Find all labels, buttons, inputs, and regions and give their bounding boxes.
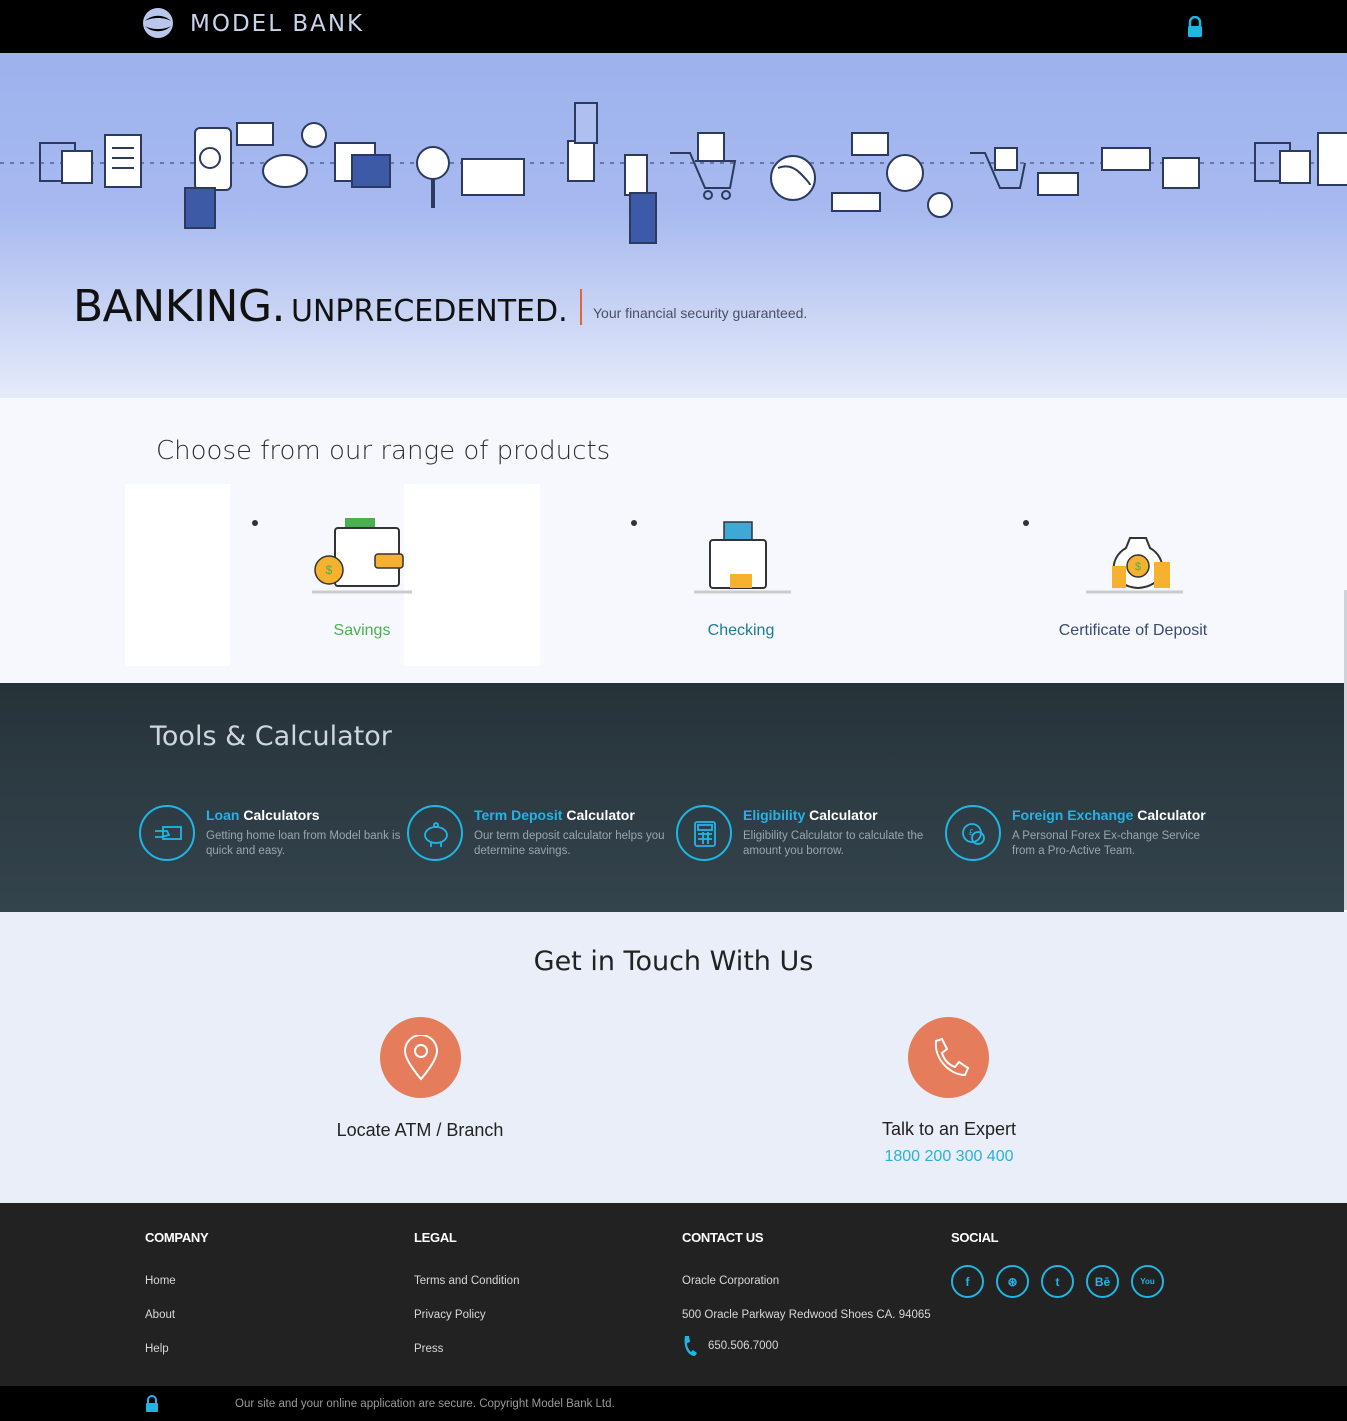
wallet-icon: $: [312, 518, 412, 594]
logo-icon[interactable]: [142, 7, 174, 39]
location-pin-icon: [403, 1035, 439, 1081]
footer-heading: SOCIAL: [951, 1230, 999, 1245]
tool-title-highlight: Loan: [206, 807, 240, 823]
footer-heading: CONTACT US: [682, 1230, 764, 1245]
footer-link-terms[interactable]: Terms and Condition: [414, 1275, 519, 1287]
tool-title-highlight: Foreign Exchange: [1012, 807, 1134, 823]
facebook-icon[interactable]: f: [951, 1265, 984, 1298]
locate-label[interactable]: Locate ATM / Branch: [300, 1120, 540, 1141]
tool-description: Our term deposit calculator helps you de…: [474, 830, 665, 857]
tool-description: Getting home loan from Model bank is qui…: [206, 830, 401, 857]
hero-title-secondary: UNPRECEDENTED.: [291, 294, 568, 329]
expert-button[interactable]: [908, 1017, 989, 1098]
product-savings[interactable]: $ Savings: [252, 514, 472, 640]
product-label: Savings: [333, 622, 391, 639]
piggy-bank-icon: [407, 805, 463, 861]
expert-label: Talk to an Expert: [881, 1119, 1017, 1139]
contact-section: Get in Touch With Us Locate ATM / Branch…: [0, 912, 1347, 1203]
card-icon: [694, 521, 791, 594]
top-navbar: MODEL BANK: [0, 0, 1347, 53]
svg-text:$: $: [1135, 561, 1141, 573]
hero-divider: [580, 289, 582, 325]
youtube-icon[interactable]: You: [1131, 1265, 1164, 1298]
footer-heading: LEGAL: [414, 1230, 457, 1245]
placeholder-block: [125, 484, 230, 666]
products-section: Choose from our range of products $ Savi…: [0, 398, 1347, 683]
product-label: Certificate of Deposit: [1058, 622, 1208, 639]
footer: COMPANY Home About Help LEGAL Terms and …: [0, 1203, 1347, 1386]
tool-term-deposit-calculator[interactable]: Term Deposit Calculator Our term deposit…: [407, 805, 672, 865]
footer-legal: LEGAL Terms and Condition Privacy Policy…: [414, 1230, 519, 1355]
footer-phone[interactable]: 650.506.7000: [708, 1340, 778, 1352]
products-title: Choose from our range of products: [156, 436, 611, 466]
footer-contact: CONTACT US Oracle Corporation 500 Oracle…: [682, 1230, 931, 1357]
list-bullet: [631, 520, 637, 526]
lock-icon: [146, 1395, 158, 1412]
copyright-text: Our site and your online application are…: [235, 1398, 615, 1410]
lock-icon[interactable]: [1186, 16, 1204, 38]
hero-title-main: BANKING.: [73, 281, 286, 332]
tool-title: Calculators: [239, 807, 320, 823]
svg-text:£: £: [969, 828, 974, 837]
footer-link-home[interactable]: Home: [145, 1275, 208, 1287]
brand-name[interactable]: MODEL BANK: [190, 11, 364, 37]
tools-section: Tools & Calculator Loan Calculators Gett…: [0, 683, 1344, 912]
svg-text:$: $: [326, 563, 333, 577]
tool-title: Calculator: [1133, 807, 1206, 823]
tool-title-highlight: Eligibility: [743, 807, 806, 823]
footer-link-help[interactable]: Help: [145, 1343, 208, 1355]
tools-title: Tools & Calculator: [150, 721, 392, 752]
product-label: Checking: [707, 622, 775, 639]
footer-company: COMPANY Home About Help: [145, 1230, 209, 1355]
footer-heading: COMPANY: [145, 1230, 209, 1245]
product-checking[interactable]: Checking: [631, 514, 851, 640]
product-certificate-of-deposit[interactable]: $ Certificate of Deposit: [1023, 514, 1243, 640]
tool-title: Calculator: [805, 807, 878, 823]
phone-icon: [684, 1336, 697, 1356]
contact-title: Get in Touch With Us: [533, 946, 814, 977]
banking-illustration: [0, 102, 1347, 244]
footer-link-about[interactable]: About: [145, 1309, 208, 1321]
calculator-icon: [676, 805, 732, 861]
dribbble-icon[interactable]: ⊛: [996, 1265, 1029, 1298]
phone-icon: [934, 1037, 970, 1077]
hero-banner: BANKING. UNPRECEDENTED. Your financial se…: [0, 53, 1347, 398]
list-bullet: [1023, 520, 1029, 526]
hero-subtitle: Your financial security guaranteed.: [593, 305, 808, 321]
tool-title: Calculator: [562, 807, 635, 823]
footer-org: Oracle Corporation: [682, 1275, 780, 1287]
tool-description: Eligibility Calculator to calculate the …: [743, 830, 924, 857]
money-bag-icon: $: [1086, 537, 1183, 594]
footer-link-press[interactable]: Press: [414, 1343, 519, 1355]
twitter-icon[interactable]: t: [1041, 1265, 1074, 1298]
list-bullet: [252, 520, 258, 526]
tool-loan-calculator[interactable]: Loan Calculators Getting home loan from …: [139, 805, 404, 865]
tool-title-highlight: Term Deposit: [474, 807, 563, 823]
footer-address: 500 Oracle Parkway Redwood Shoes CA. 940…: [682, 1309, 931, 1321]
footer-link-privacy[interactable]: Privacy Policy: [414, 1309, 519, 1321]
loan-icon: [139, 805, 195, 861]
tool-foreign-exchange-calculator[interactable]: £ Foreign Exchange Calculator A Personal…: [945, 805, 1210, 865]
footer-social: SOCIAL f ⊛ t Bē You: [951, 1230, 1164, 1298]
behance-icon[interactable]: Bē: [1086, 1265, 1119, 1298]
expert-phone-link[interactable]: 1800 200 300 400: [829, 1148, 1069, 1166]
locate-button[interactable]: [380, 1017, 461, 1098]
tool-eligibility-calculator[interactable]: Eligibility Calculator Eligibility Calcu…: [676, 805, 941, 865]
bottom-bar: Our site and your online application are…: [0, 1386, 1347, 1421]
hero-title: BANKING. UNPRECEDENTED.: [73, 281, 568, 332]
exchange-icon: £: [945, 805, 1001, 861]
tool-description: A Personal Forex Ex-change Service from …: [1012, 830, 1200, 857]
